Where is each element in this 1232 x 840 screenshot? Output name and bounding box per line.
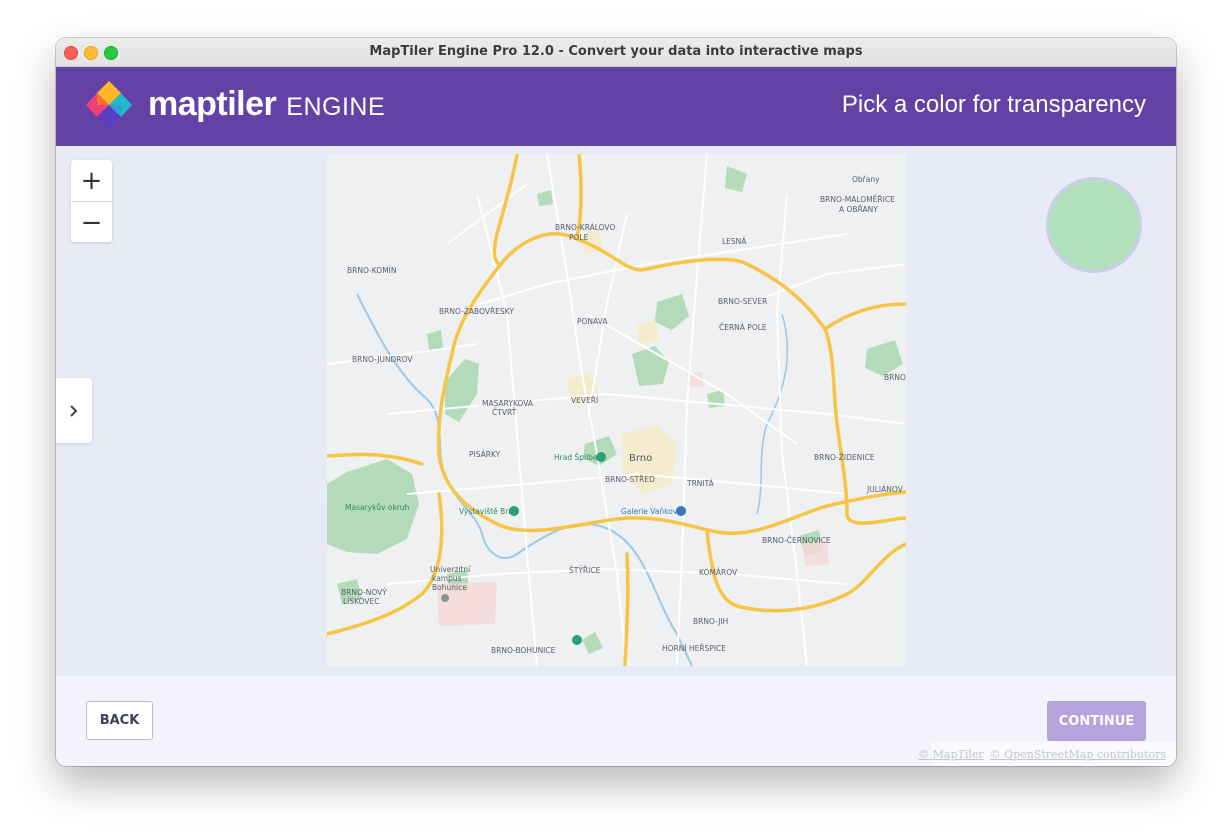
map-label-ctvrt: ČTVRŤ [492,408,517,417]
maptiler-logo-icon [86,81,132,129]
app-header: maptiler ENGINE Pick a color for transpar… [56,67,1176,146]
chevron-right-icon [70,404,78,417]
castle-poi-icon [596,452,606,462]
map-canvas[interactable]: Obřany BRNO-MALOMĚŘICE A OBŘANY BRNO-KRÁ… [327,154,906,666]
back-button[interactable]: BACK [86,701,153,740]
step-title: Pick a color for transparency [841,91,1146,118]
map-label-cerna-pole: ČERNÁ POLE [719,323,767,332]
map-label-masarykuv-okruh: Masarykův okruh [345,503,410,512]
footer-bar: BACK CONTINUE © MapTiler © OpenStreetMap… [56,676,1176,766]
logo-wordmark: maptiler ENGINE [148,85,386,123]
map-label-malomerice: BRNO-MALOMĚŘICE [820,195,895,204]
map-stage: + − Obřany BRNO-MALOMĚŘICE A OBŘANY BRNO… [56,146,1176,676]
map-label-jundrov: BRNO-JUNDROV [352,355,413,364]
osm-attribution-link[interactable]: © OpenStreetMap contributors [990,748,1166,761]
maptiler-attribution-link[interactable]: © MapTiler [918,748,984,761]
transparency-color-swatch[interactable] [1046,177,1142,273]
window-title: MapTiler Engine Pro 12.0 - Convert your … [369,44,863,59]
campus-poi-icon [441,594,449,602]
map-label-julianov: JULIÁNOV [866,485,904,494]
map-label-novy-liskovec-2: LÍSKOVEC [343,597,380,606]
map-label-sever: BRNO-SEVER [718,297,767,306]
map-label-ponava: PONAVA [577,317,608,326]
map-label-brno: Brno [629,453,652,464]
map-label-cernovice: BRNO-ČERNOVICE [762,536,831,545]
map-label-novy-liskovec-1: BRNO-NOVÝ [341,588,387,597]
map-label-kralovo-pole: BRNO-KRÁLOVO [555,223,615,232]
map-label-jih: BRNO-JIH [693,617,728,626]
continue-button[interactable]: CONTINUE [1047,701,1146,741]
map-label-bohunice-poi: Bohunice [432,583,467,592]
venue-poi-icon [509,506,519,516]
map-preview[interactable]: Obřany BRNO-MALOMĚŘICE A OBŘANY BRNO-KRÁ… [327,154,906,666]
shop-poi-icon [676,506,686,516]
map-label-a-obrany: A OBŘANY [839,205,878,214]
zoom-out-button[interactable]: − [71,202,112,243]
map-label-univerzitni: Univerzitní [430,565,471,574]
map-attribution: © MapTiler © OpenStreetMap contributors [918,742,1176,766]
title-bar: MapTiler Engine Pro 12.0 - Convert your … [56,38,1176,67]
map-label-lesna: LESNÁ [722,237,747,246]
map-label-trnita: TRNITÁ [686,479,715,488]
sidebar-toggle-button[interactable] [56,378,92,443]
zoom-control: + − [71,160,112,242]
map-label-pisarky: PISÁRKY [469,450,501,459]
map-label-stred: BRNO-STŘED [605,475,655,484]
map-label-bohunice: BRNO-BOHUNICE [491,646,556,655]
map-label-obrany: Obřany [852,175,880,184]
map-label-brno-east: BRNO [884,373,906,382]
map-label-komarov: KOMÁROV [699,568,738,577]
map-label-horni-herspice: HORNÍ HEŘSPICE [662,644,726,653]
map-label-masarykova: MASARYKOVA [482,399,534,408]
map-label-pole: POLE [569,233,589,242]
map-label-kampus: kampus [432,574,462,583]
zoom-in-button[interactable]: + [71,160,112,202]
map-label-zidenice: BRNO-ŽIDENICE [814,453,875,462]
map-label-veveri: VEVEŘÍ [571,396,598,405]
app-window: MapTiler Engine Pro 12.0 - Convert your … [56,38,1176,766]
map-label-komin: BRNO-KOMÍN [347,266,397,275]
map-label-styrice: ŠTÝŘICE [569,566,601,575]
park-poi-icon [572,635,582,645]
map-label-zabovresky: BRNO-ŽABOVŘESKY [439,307,514,316]
